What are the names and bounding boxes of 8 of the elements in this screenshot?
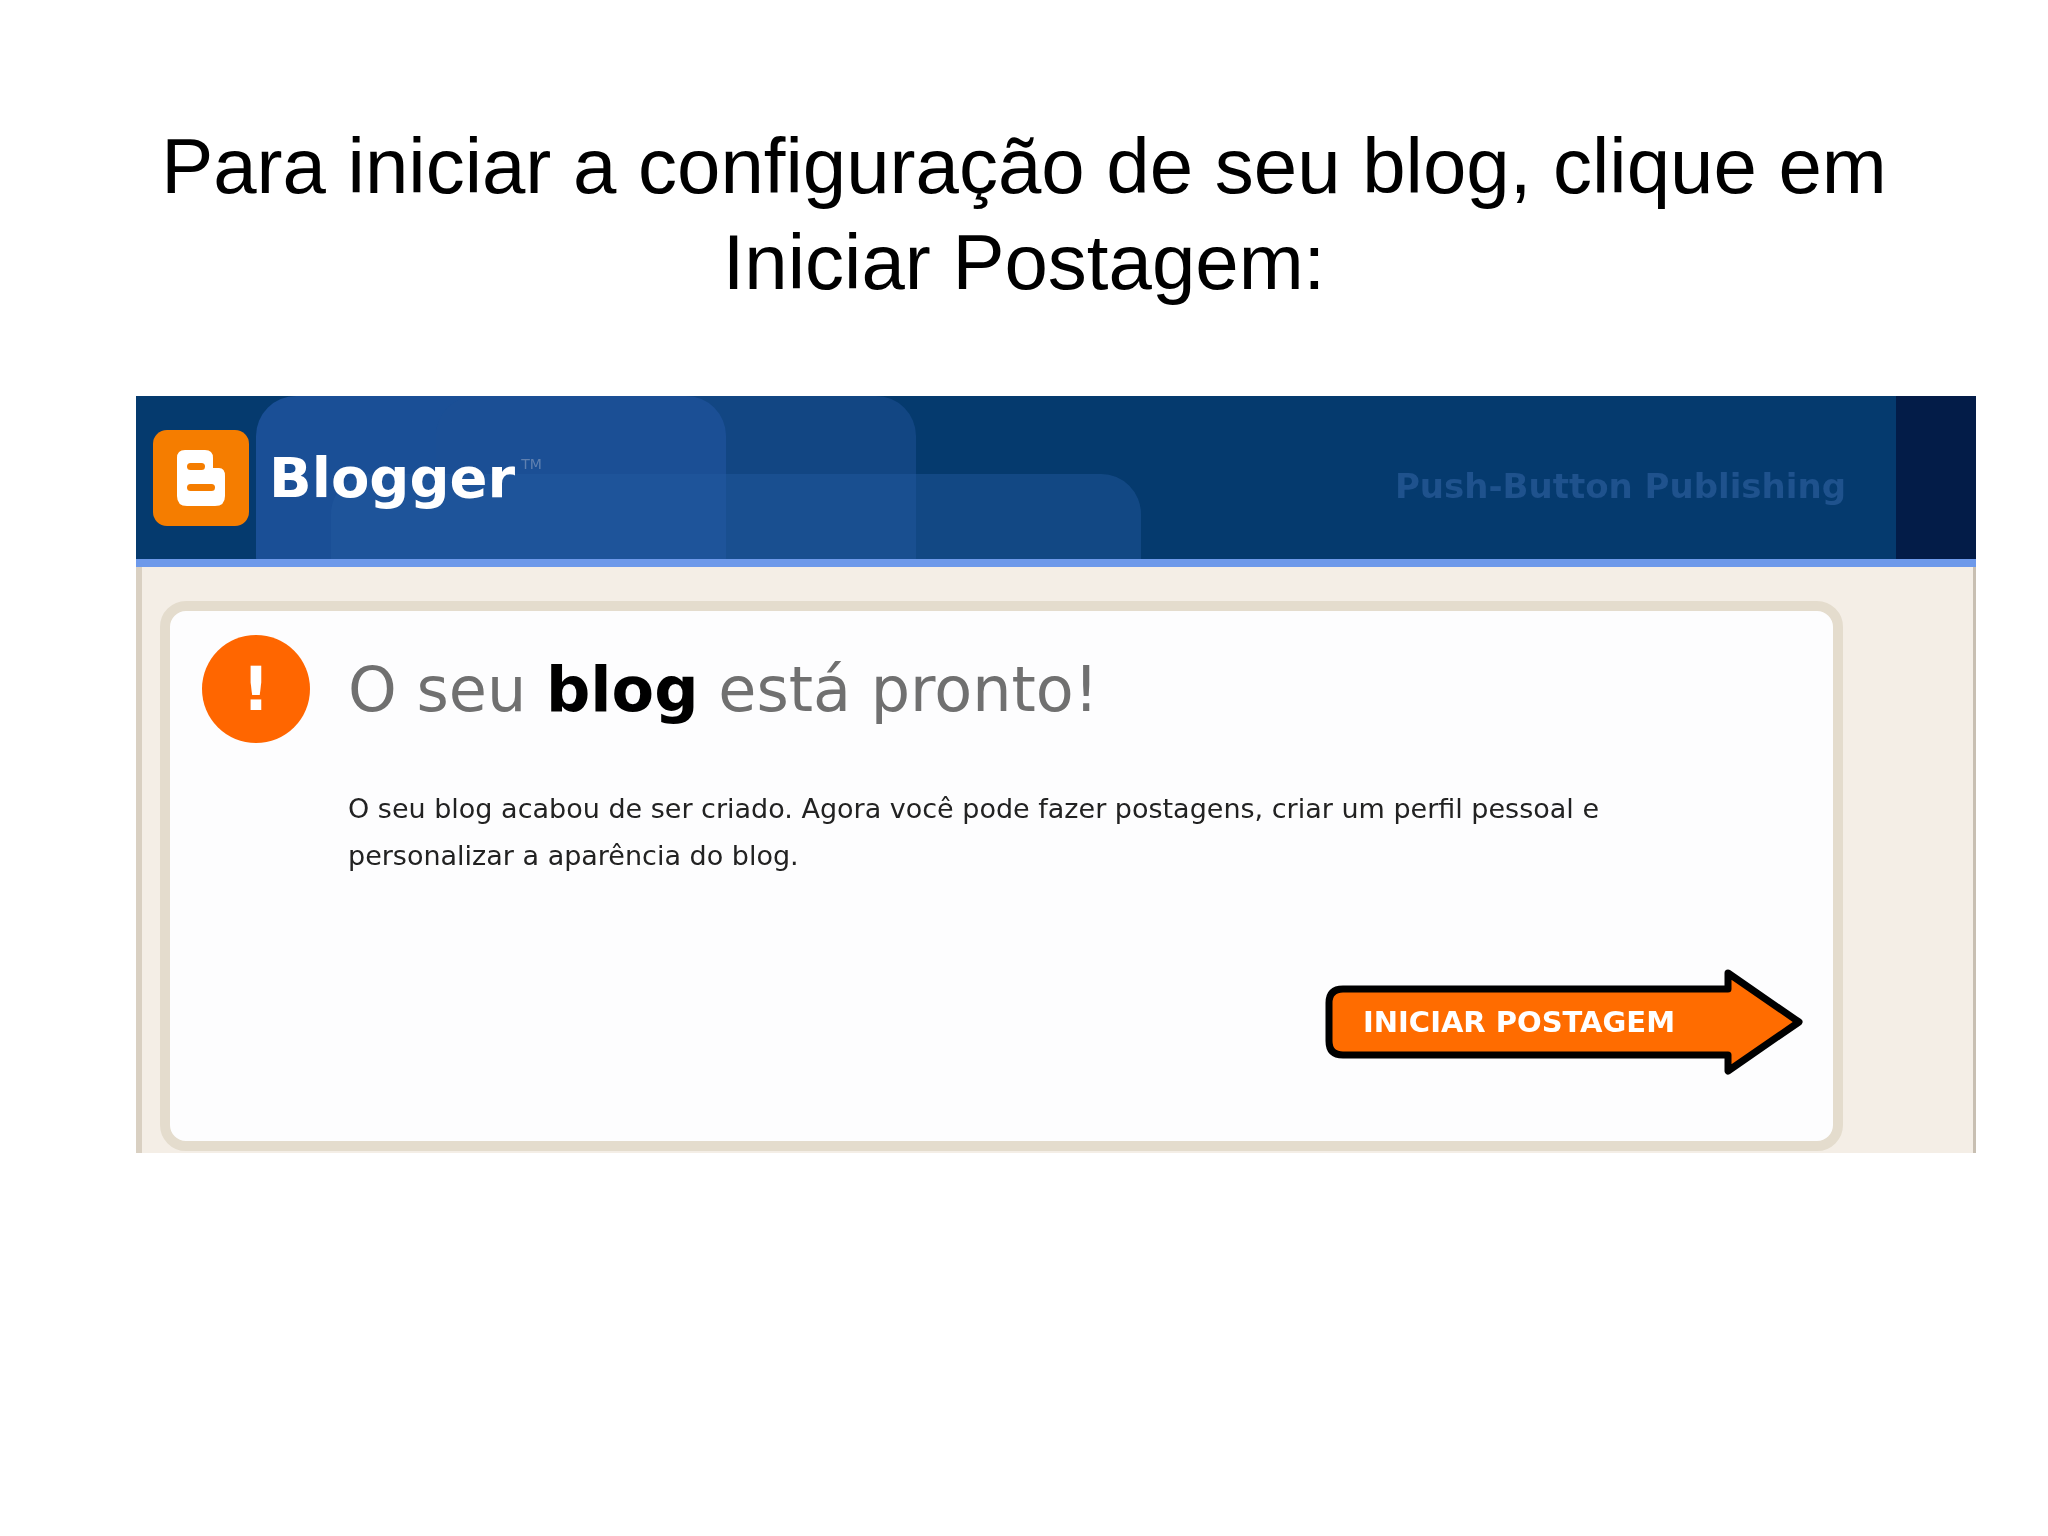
card-message: O seu blog acabou de ser criado. Agora você pode fazer postagens, criar um perfil pessoal e personalizar a aparência do blog. — [348, 792, 1601, 873]
logo-text: Blogger — [269, 445, 516, 510]
logo-icon — [153, 429, 249, 526]
slide-title: Para iniciar a configuração de seu blog, clique em Iniciar Postagem: — [160, 121, 1888, 308]
trademark: TM — [521, 456, 542, 472]
card-heading: O seu blog está pronto! — [348, 652, 1099, 726]
start-posting-button[interactable]: INICIAR POSTAGEM — [1323, 967, 1803, 1077]
alert-icon: ! — [202, 635, 310, 743]
